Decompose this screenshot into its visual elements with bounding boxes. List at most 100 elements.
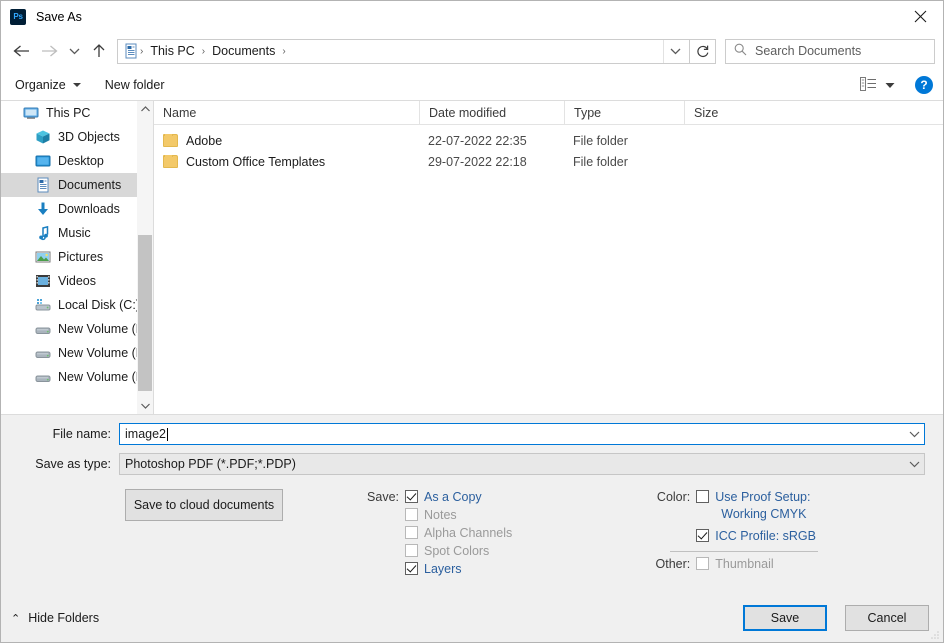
breadcrumb-separator[interactable]: › [281, 46, 286, 57]
sidebar-item-label: Videos [58, 274, 96, 288]
sidebar-item-music[interactable]: Music [1, 221, 153, 245]
label-notes: Notes [424, 508, 457, 522]
icc-profile-checkbox[interactable] [696, 529, 710, 542]
sidebar-item-label: This PC [46, 106, 91, 120]
label-layers: Layers [424, 562, 462, 576]
use-proof-setup-checkbox[interactable] [696, 490, 710, 503]
drive-icon [35, 345, 51, 361]
search-input[interactable]: Search Documents [725, 38, 935, 64]
refresh-icon[interactable] [690, 38, 716, 64]
sidebar-item-3d-objects[interactable]: 3D Objects [1, 125, 153, 149]
close-icon[interactable] [897, 1, 943, 32]
sidebar-item-label: Music [58, 226, 91, 240]
breadcrumb-this-pc[interactable]: This PC [144, 44, 200, 58]
photoshop-icon: Ps [10, 8, 26, 25]
download-arrow-icon [35, 201, 51, 217]
forward-arrow-icon [35, 37, 63, 65]
file-name-row: File name: image2 [1, 423, 943, 445]
save-to-cloud-documents-button[interactable]: Save to cloud documents [125, 489, 283, 521]
thumbnail-checkbox[interactable] [696, 557, 710, 570]
sidebar-item-local-disk-c[interactable]: Local Disk (C:) [1, 293, 153, 317]
working-cmyk-row: Working CMYK [648, 507, 818, 524]
save-option-row: Layers [357, 561, 512, 579]
drive-icon [35, 369, 51, 385]
sidebar-item-new-volume-e[interactable]: New Volume (E:) [1, 341, 153, 365]
title-bar: Ps Save As [1, 1, 943, 32]
checkbox-notes[interactable] [405, 508, 418, 521]
file-name-text: Adobe [186, 133, 223, 148]
cell-type: File folder [573, 133, 628, 148]
checkbox-as-a-copy[interactable] [405, 490, 418, 503]
file-name-text: Custom Office Templates [186, 154, 326, 169]
column-header-type[interactable]: Type [564, 101, 684, 125]
use-proof-setup-label: Use Proof Setup: [715, 490, 811, 504]
working-cmyk-label: Working CMYK [721, 507, 807, 521]
sidebar-item-desktop[interactable]: Desktop [1, 149, 153, 173]
folder-icon [163, 133, 178, 147]
search-icon [734, 43, 747, 59]
file-name-input[interactable]: image2 [119, 423, 925, 445]
cell-date-modified: 22-07-2022 22:35 [428, 133, 527, 148]
documents-folder-icon [123, 43, 139, 59]
music-note-icon [35, 225, 51, 241]
resize-grip-icon[interactable] [930, 630, 940, 640]
organize-button[interactable]: Organize [15, 78, 81, 92]
label-spot-colors: Spot Colors [424, 544, 490, 558]
address-chevron-down-icon[interactable] [663, 39, 687, 63]
new-folder-label: New folder [104, 78, 165, 92]
text-cursor [167, 427, 168, 441]
column-headers: Name Date modified Type Size ⌃ [154, 101, 943, 125]
sidebar-item-documents[interactable]: Documents [1, 173, 153, 197]
scroll-down-icon[interactable] [137, 398, 153, 414]
options-divider [670, 551, 819, 552]
save-button[interactable]: Save [743, 605, 827, 631]
back-arrow-icon[interactable] [7, 37, 35, 65]
new-folder-button[interactable]: New folder [105, 78, 165, 92]
drive-icon [35, 321, 51, 337]
hide-folders-button[interactable]: ⌃ Hide Folders [11, 611, 99, 625]
scrollbar-thumb[interactable] [138, 235, 152, 391]
picture-icon [35, 249, 51, 265]
up-arrow-icon[interactable] [85, 37, 113, 65]
dialog-footer: ⌃ Hide Folders Save Cancel [1, 594, 943, 642]
sidebar-item-downloads[interactable]: Downloads [1, 197, 153, 221]
sort-ascending-icon: ⌃ [280, 101, 288, 106]
view-layout-icon[interactable] [860, 76, 877, 94]
save-label: Save: [367, 490, 399, 504]
sidebar-item-pictures[interactable]: Pictures [1, 245, 153, 269]
sidebar-scrollbar[interactable] [137, 101, 153, 414]
checkbox-alpha-channels[interactable] [405, 526, 418, 539]
save-as-type-chevron-down-icon[interactable] [904, 454, 924, 474]
file-name-label: File name: [52, 427, 111, 441]
column-header-size[interactable]: Size [684, 101, 764, 125]
scroll-up-icon[interactable] [137, 101, 153, 117]
address-bar[interactable]: › This PC › Documents › [117, 38, 690, 64]
file-list: Name Date modified Type Size ⌃ Adobe 22-0… [153, 101, 943, 414]
save-as-dialog: Ps Save As › This PC › Documents › Searc… [0, 0, 944, 643]
table-row[interactable]: Adobe 22-07-2022 22:35 File folder [154, 130, 943, 151]
search-placeholder: Search Documents [755, 44, 862, 58]
sidebar-item-new-volume-d[interactable]: New Volume (D:) [1, 317, 153, 341]
cancel-button[interactable]: Cancel [845, 605, 929, 631]
sidebar-item-label: 3D Objects [58, 130, 120, 144]
view-options-chevron-down-icon[interactable] [885, 78, 895, 92]
sidebar-item-new-volume-f[interactable]: New Volume (F:) [1, 365, 153, 389]
monitor-icon [23, 105, 39, 121]
save-option-row: Alpha Channels [357, 525, 512, 543]
file-name-chevron-down-icon[interactable] [904, 424, 924, 444]
column-header-date-modified[interactable]: Date modified [419, 101, 564, 125]
breadcrumb-documents[interactable]: Documents [206, 44, 281, 58]
chevron-up-icon: ⌃ [11, 612, 21, 625]
video-icon [35, 273, 51, 289]
sidebar-item-this-pc[interactable]: This PC [1, 101, 153, 125]
help-button[interactable]: ? [915, 76, 933, 94]
sidebar-item-videos[interactable]: Videos [1, 269, 153, 293]
use-proof-setup-row: Color: Use Proof Setup: [648, 489, 818, 507]
table-row[interactable]: Custom Office Templates 29-07-2022 22:18 F… [154, 151, 943, 172]
cube-icon [35, 129, 51, 145]
checkbox-layers[interactable] [405, 562, 418, 575]
recent-locations-chevron-down-icon[interactable] [63, 37, 85, 65]
save-as-type-select[interactable]: Photoshop PDF (*.PDF;*.PDP) [119, 453, 925, 475]
checkbox-spot-colors[interactable] [405, 544, 418, 557]
command-toolbar: Organize New folder ? [1, 70, 943, 100]
